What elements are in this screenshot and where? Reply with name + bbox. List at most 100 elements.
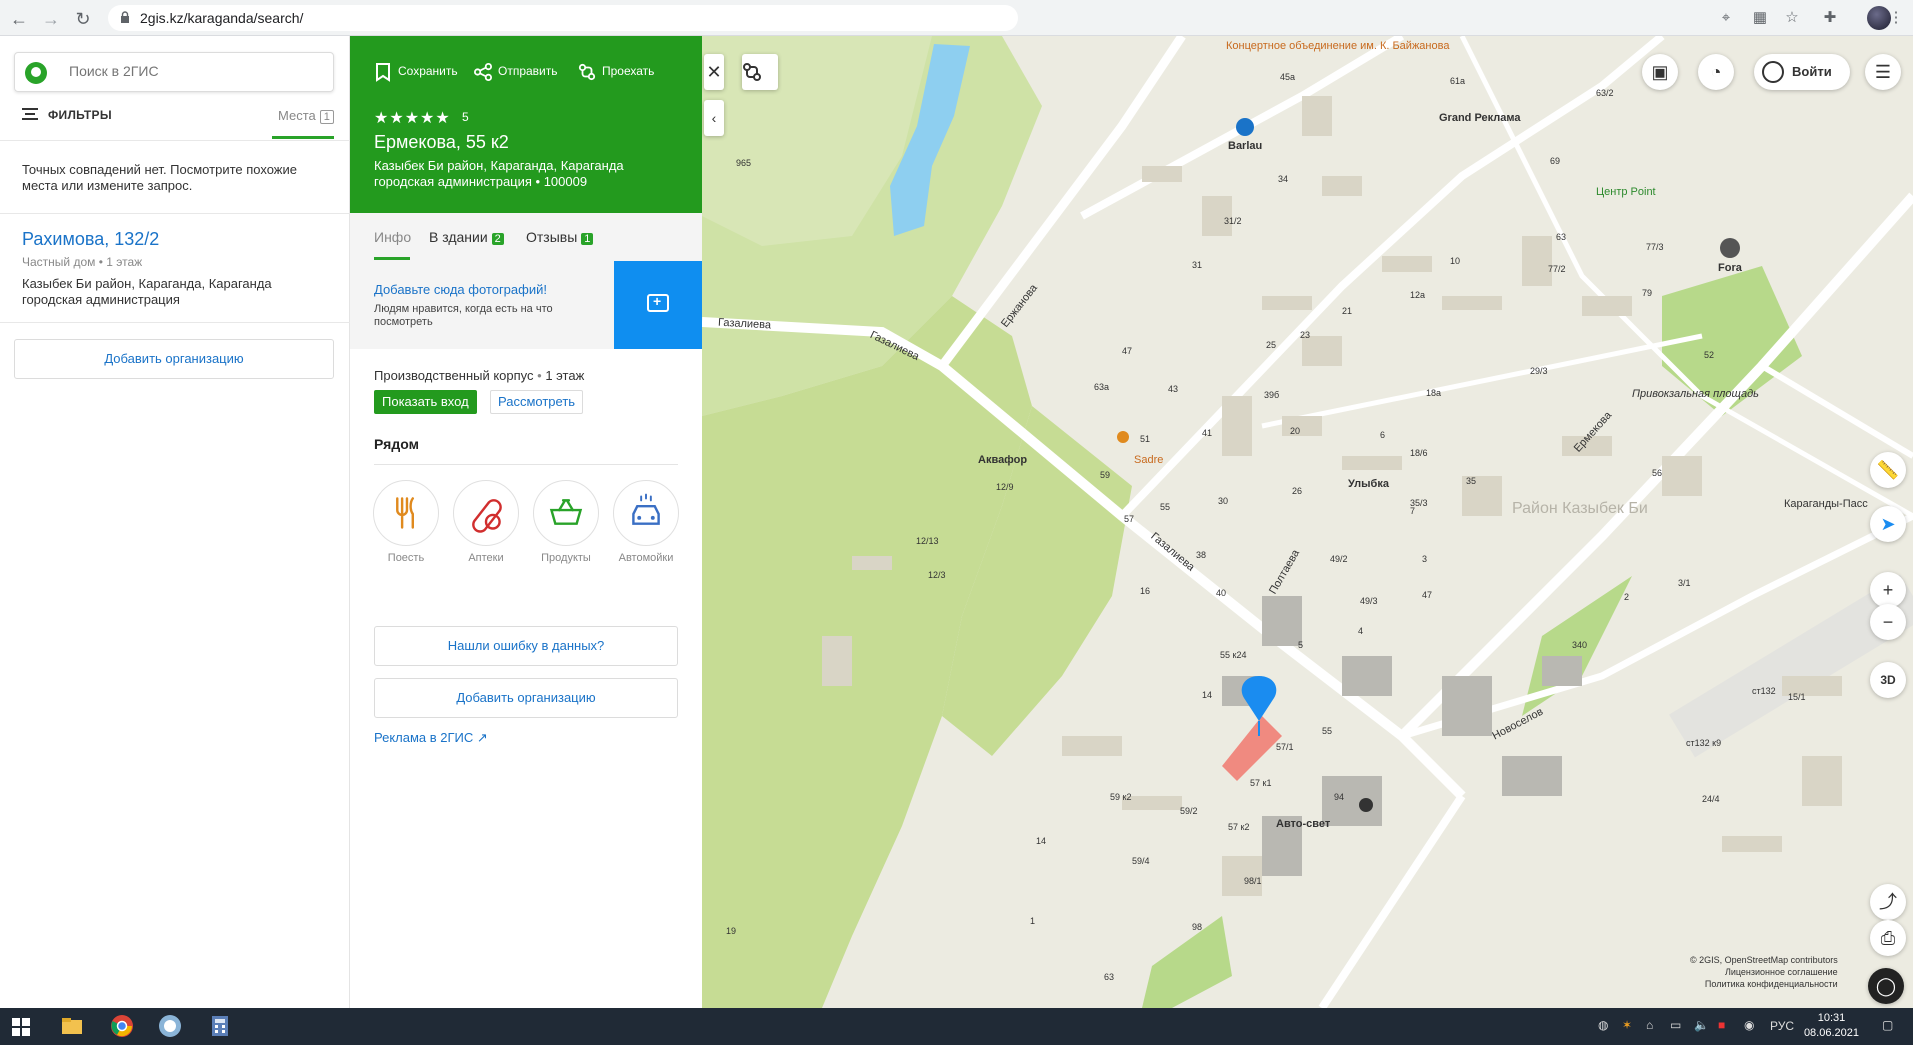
house-number: 12/3 xyxy=(928,570,946,580)
tab-reviews[interactable]: Отзывы 1 xyxy=(526,229,594,245)
star-icon[interactable]: ☆ xyxy=(1782,8,1802,28)
zoom-in-button[interactable]: + xyxy=(1870,572,1906,608)
privacy-link[interactable]: Политика конфиденциальности xyxy=(1690,978,1838,990)
house-number: 35 xyxy=(1466,476,1477,486)
report-error-button[interactable]: Нашли ошибку в данных? xyxy=(374,626,678,666)
search-input[interactable] xyxy=(69,63,319,79)
tab-info[interactable]: Инфо xyxy=(374,229,411,245)
reload-icon[interactable]: ↻ xyxy=(72,8,94,30)
volume-icon[interactable]: 🔈 xyxy=(1694,1018,1709,1032)
layers-button[interactable]: ◔ xyxy=(1698,54,1734,90)
notifications-icon[interactable]: ▢ xyxy=(1882,1018,1893,1032)
house-number: 12/13 xyxy=(916,536,939,546)
language-indicator[interactable]: РУС xyxy=(1770,1019,1794,1033)
calculator-icon[interactable] xyxy=(208,1014,232,1038)
forward-icon[interactable]: → xyxy=(40,8,62,30)
print-button[interactable]: ⎙ xyxy=(1870,920,1906,956)
house-number: 98/1 xyxy=(1244,876,1262,886)
2gis-app-icon[interactable] xyxy=(158,1014,182,1038)
network-icon[interactable]: ⌂ xyxy=(1646,1018,1653,1032)
house-number: 16 xyxy=(1140,586,1151,596)
basket-icon xyxy=(549,499,583,525)
3d-toggle-button[interactable]: 3D xyxy=(1870,662,1906,698)
main-menu-button[interactable]: ☰ xyxy=(1865,54,1901,90)
route-button[interactable]: Проехать xyxy=(578,62,654,82)
windows-start-icon[interactable] xyxy=(12,1018,30,1036)
map-label: Район Казыбек Би xyxy=(1512,500,1648,517)
tab-places[interactable]: Места 1 xyxy=(278,108,334,124)
add-organization-button[interactable]: Добавить организацию xyxy=(374,678,678,718)
tab-in-building[interactable]: В здании 2 xyxy=(429,229,504,245)
divider xyxy=(0,213,350,214)
my-location-button[interactable]: ➤ xyxy=(1870,506,1906,542)
ruler-button[interactable]: 📏 xyxy=(1870,452,1906,488)
nearby-pharmacy[interactable]: Аптеки xyxy=(451,480,521,564)
save-button[interactable]: Сохранить xyxy=(374,62,458,82)
display-icon[interactable]: ▭ xyxy=(1670,1018,1681,1032)
fork-knife-icon xyxy=(396,497,414,529)
system-clock[interactable]: 10:31 08.06.2021 xyxy=(1804,1011,1859,1041)
result-title-link[interactable]: Рахимова, 132/2 xyxy=(22,229,159,250)
share-map-button[interactable]: ⤴ xyxy=(1870,884,1906,920)
back-icon[interactable]: ← xyxy=(8,8,30,30)
house-number: 4 xyxy=(1358,626,1364,636)
place-tabs: Инфо В здании 2 Отзывы 1 xyxy=(350,213,702,261)
house-number: 30 xyxy=(1218,496,1229,506)
house-number: 63а xyxy=(1094,382,1110,392)
file-explorer-icon[interactable] xyxy=(60,1014,84,1038)
house-number: 57 к2 xyxy=(1228,822,1250,832)
house-number: 94 xyxy=(1334,792,1345,802)
routes-button[interactable] xyxy=(742,54,778,90)
tray-app-icon[interactable]: ◍ xyxy=(1598,1018,1608,1032)
chrome-icon[interactable] xyxy=(110,1014,134,1038)
map-label: Центр Point xyxy=(1596,186,1656,198)
share-button[interactable]: Отправить xyxy=(474,62,558,82)
keyboard-icon[interactable]: ◉ xyxy=(1744,1018,1754,1032)
zoom-out-button[interactable]: − xyxy=(1870,604,1906,640)
license-link[interactable]: Лицензионное соглашение xyxy=(1690,966,1838,978)
house-number: 14 xyxy=(1036,836,1047,846)
nearby-groceries[interactable]: Продукты xyxy=(531,480,601,564)
view-3d-button[interactable]: Рассмотреть xyxy=(490,390,584,414)
browser-toolbar: ← → ↻ 2gis.kz/karaganda/search/ ⌖ ▦ ☆ ✚ … xyxy=(0,0,1913,36)
add-organization-button[interactable]: Добавить организацию xyxy=(14,339,334,379)
house-number: ст132 xyxy=(1752,686,1776,696)
extensions-icon[interactable]: ✚ xyxy=(1820,8,1840,28)
collapse-panel-button[interactable]: ‹ xyxy=(704,100,724,136)
add-photo-link[interactable]: Добавьте сюда фотографий! xyxy=(374,282,547,297)
tray-app-icon[interactable]: ✶ xyxy=(1622,1018,1632,1032)
ads-link[interactable]: Реклама в 2ГИС ↗ xyxy=(374,730,488,746)
rating-value: 5 xyxy=(462,110,469,124)
filters-button[interactable]: ФИЛЬТРЫ xyxy=(22,108,112,122)
close-card-button[interactable]: ✕ xyxy=(704,54,724,90)
chat-button[interactable]: ◯ xyxy=(1868,968,1904,1004)
divider xyxy=(0,322,350,323)
location-icon[interactable]: ⌖ xyxy=(1716,8,1736,28)
login-button[interactable]: Войти xyxy=(1754,54,1850,90)
search-box[interactable] xyxy=(14,52,334,92)
route-icon xyxy=(743,63,761,81)
house-number: 14 xyxy=(1202,690,1213,700)
nearby-car-wash[interactable]: Автомойки xyxy=(611,480,681,564)
house-number: 10 xyxy=(1450,256,1461,266)
house-number: 26 xyxy=(1292,486,1303,496)
place-card-header: Сохранить Отправить Проехать ★★★★★ 5 Ерм… xyxy=(350,36,702,213)
house-number: 55 xyxy=(1322,726,1333,736)
address-bar[interactable]: 2gis.kz/karaganda/search/ xyxy=(108,5,1018,31)
house-number: 63/2 xyxy=(1596,88,1614,98)
antivirus-icon[interactable]: ■ xyxy=(1718,1018,1725,1032)
house-number: 7 xyxy=(1410,506,1416,516)
qr-icon[interactable]: ▦ xyxy=(1750,8,1770,28)
road xyxy=(1318,793,1466,1008)
add-photo-button[interactable] xyxy=(614,261,702,349)
show-entrance-button[interactable]: Показать вход xyxy=(374,390,477,414)
photo-layer-button[interactable]: ▣ xyxy=(1642,54,1678,90)
map-canvas[interactable]: Концертное объединение им. К. Байжанова … xyxy=(702,36,1913,1008)
house-number: 18/6 xyxy=(1410,448,1428,458)
place-title: Ермекова, 55 к2 xyxy=(374,132,509,152)
nearby-food[interactable]: Поесть xyxy=(371,480,441,564)
barlau-poi-icon xyxy=(1236,118,1254,136)
nearby-title: Рядом xyxy=(374,436,419,452)
menu-icon[interactable]: ⋮ xyxy=(1886,8,1906,28)
result-type: Частный дом • 1 этаж xyxy=(22,255,143,269)
